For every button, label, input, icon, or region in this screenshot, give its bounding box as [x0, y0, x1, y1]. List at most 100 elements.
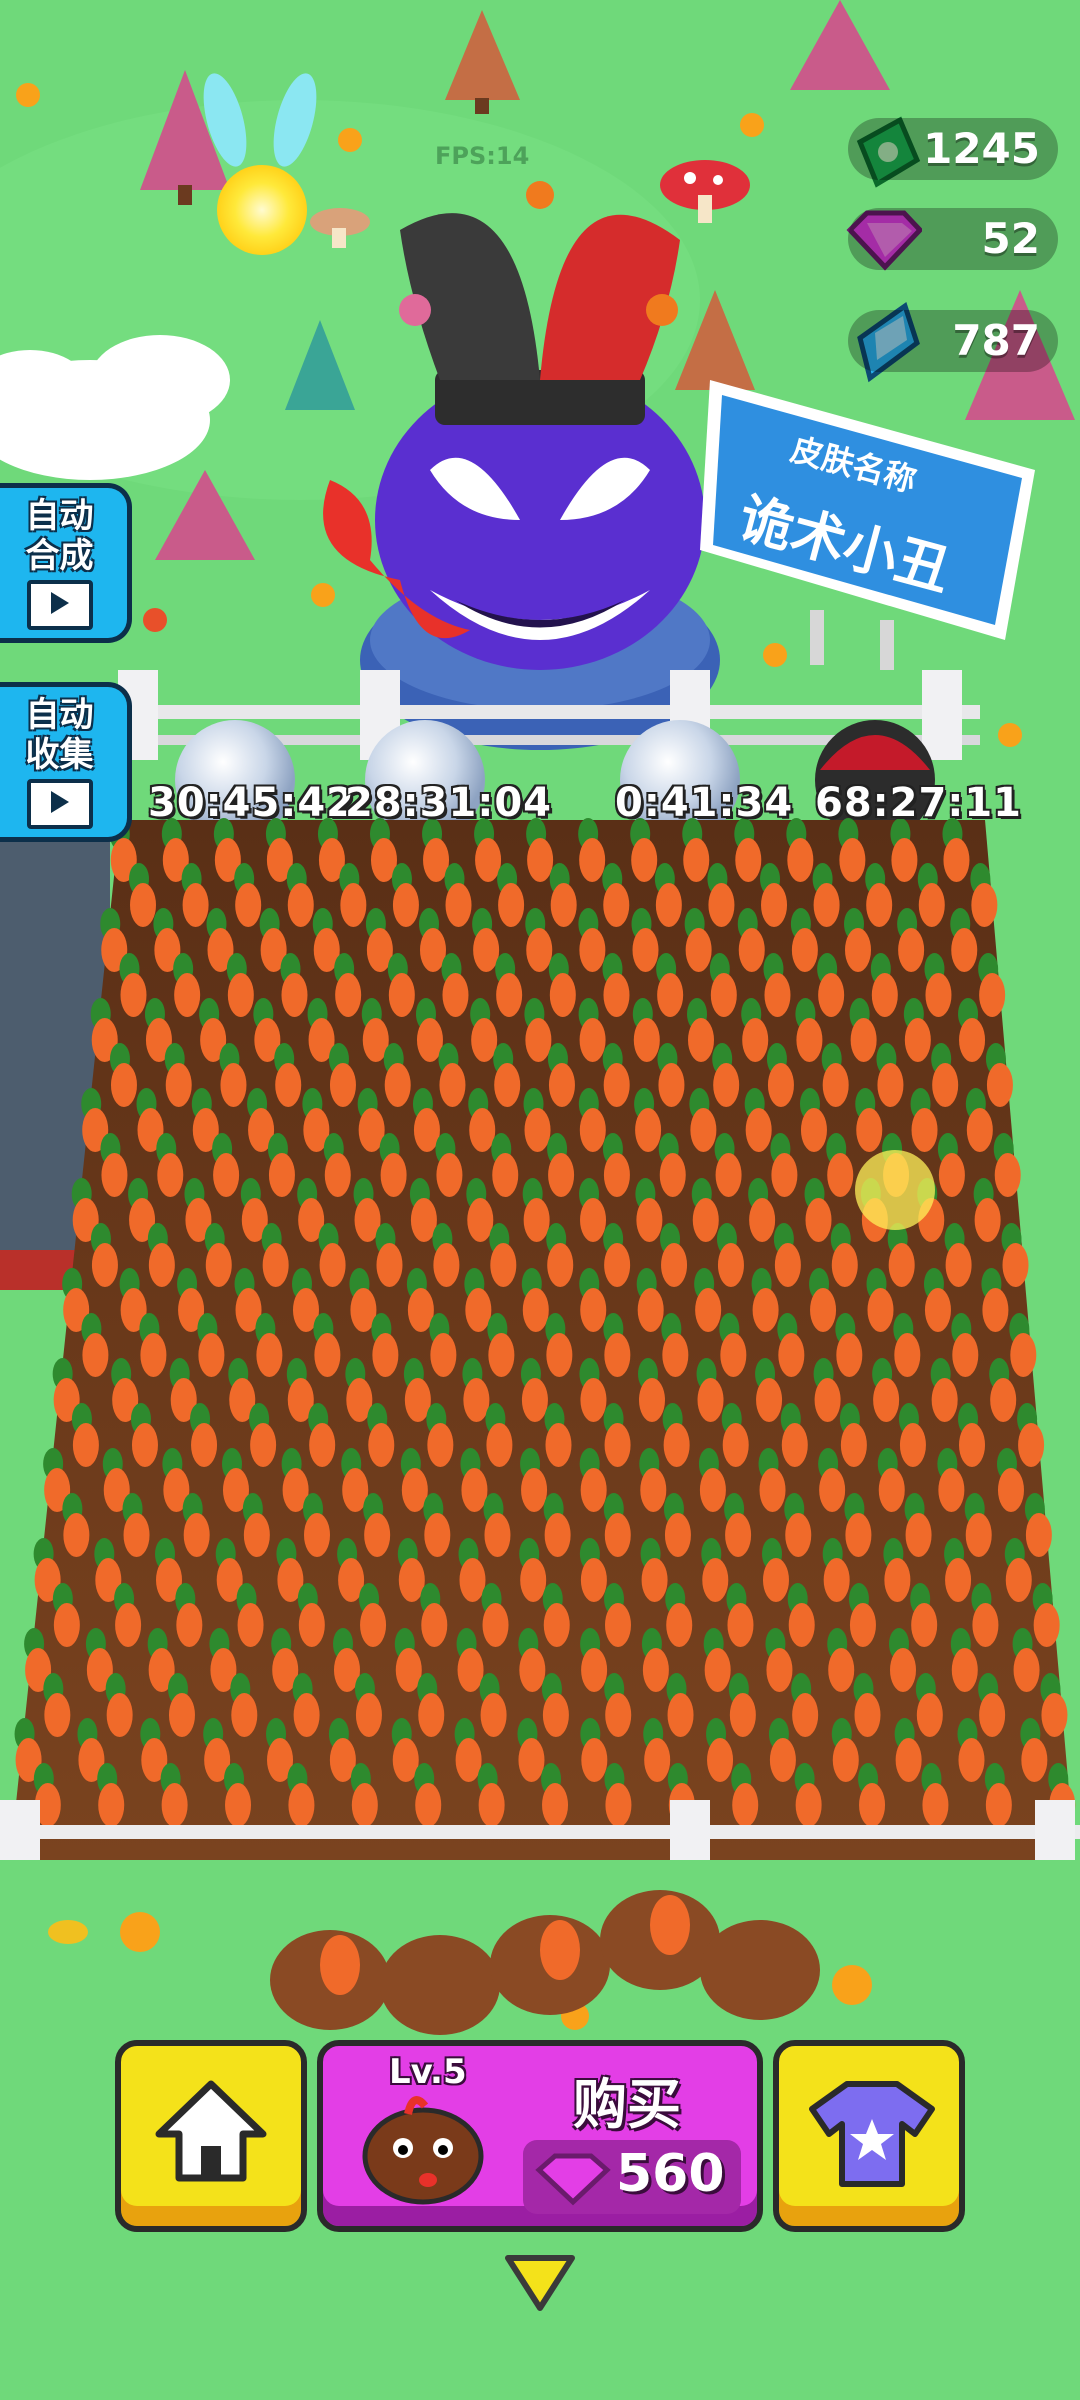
carrot[interactable]	[890, 1648, 916, 1692]
carrot[interactable]	[785, 1513, 812, 1557]
carrot[interactable]	[888, 1243, 915, 1287]
carrot[interactable]	[463, 1378, 490, 1422]
carrot[interactable]	[372, 1333, 399, 1377]
carrot[interactable]	[655, 883, 682, 927]
carrot[interactable]	[355, 1693, 382, 1737]
carrot[interactable]	[392, 883, 419, 927]
carrot[interactable]	[931, 1378, 958, 1422]
carrot[interactable]	[774, 1243, 801, 1287]
carrot[interactable]	[604, 1243, 631, 1287]
carrot[interactable]	[727, 1603, 754, 1647]
carrot[interactable]	[707, 1738, 734, 1782]
carrot[interactable]	[580, 1378, 607, 1422]
carrot[interactable]	[710, 973, 737, 1017]
carrot[interactable]	[213, 1153, 240, 1197]
carrot[interactable]	[467, 1198, 494, 1242]
carrot[interactable]	[580, 1198, 607, 1242]
carrot[interactable]	[106, 1693, 133, 1737]
carrot[interactable]	[849, 1603, 876, 1647]
carrot[interactable]	[795, 1783, 822, 1827]
carrot[interactable]	[725, 1513, 752, 1557]
carrot[interactable]	[1021, 1738, 1048, 1782]
carrot[interactable]	[433, 1243, 460, 1287]
carrot[interactable]	[683, 838, 710, 882]
carrot[interactable]	[165, 1063, 192, 1107]
carrot[interactable]	[720, 1333, 747, 1377]
carrot[interactable]	[769, 1738, 796, 1782]
carrot[interactable]	[324, 1153, 351, 1197]
carrot[interactable]	[471, 1018, 498, 1062]
game-scene[interactable]: FPS:14 1245 52 787 自动合成 自动收集 皮肤名称 诡术小丑 3…	[0, 0, 1080, 2400]
carrot[interactable]	[183, 1513, 210, 1557]
carrot[interactable]	[657, 973, 684, 1017]
buy-button[interactable]: Lv.5 购买 560	[317, 2040, 763, 2232]
carrot[interactable]	[604, 1603, 631, 1647]
carrot[interactable]	[459, 1558, 486, 1602]
carrot[interactable]	[123, 1513, 150, 1557]
carrot[interactable]	[667, 1693, 694, 1737]
carrot[interactable]	[550, 883, 577, 927]
carrot[interactable]	[368, 1423, 395, 1467]
carrot[interactable]	[845, 1513, 872, 1557]
carrot[interactable]	[788, 1603, 815, 1647]
carrot[interactable]	[979, 1693, 1006, 1737]
carrot[interactable]	[873, 1378, 900, 1422]
carrot[interactable]	[796, 1018, 823, 1062]
carrot[interactable]	[579, 928, 606, 972]
carrot[interactable]	[496, 973, 523, 1017]
carrot[interactable]	[131, 1423, 158, 1467]
carrot[interactable]	[580, 1288, 607, 1332]
carrot[interactable]	[965, 1513, 992, 1557]
carrot[interactable]	[519, 1648, 546, 1692]
carrot[interactable]	[938, 1468, 965, 1512]
carrot[interactable]	[486, 1423, 513, 1467]
carrot[interactable]	[884, 1558, 911, 1602]
carrot[interactable]	[427, 1423, 454, 1467]
carrot[interactable]	[1018, 1423, 1045, 1467]
carrot[interactable]	[473, 928, 500, 972]
carrot[interactable]	[581, 1648, 608, 1692]
carrot[interactable]	[380, 1153, 407, 1197]
carrot[interactable]	[304, 1513, 330, 1557]
carrot[interactable]	[839, 838, 866, 882]
carrot[interactable]	[174, 973, 201, 1017]
carrot[interactable]	[475, 838, 502, 882]
carrot[interactable]	[958, 1738, 985, 1782]
carrot[interactable]	[220, 1063, 247, 1107]
carrot[interactable]	[319, 1243, 346, 1287]
carrot[interactable]	[713, 1063, 740, 1107]
carrot[interactable]	[490, 1243, 517, 1287]
carrot[interactable]	[979, 973, 1006, 1017]
carrot[interactable]	[644, 1738, 671, 1782]
carrot[interactable]	[704, 1648, 731, 1692]
carrot[interactable]	[465, 1288, 492, 1332]
carrot[interactable]	[520, 1558, 547, 1602]
carrot[interactable]	[298, 1603, 325, 1647]
carrot[interactable]	[376, 1243, 403, 1287]
carrot[interactable]	[522, 1288, 549, 1332]
carrot[interactable]	[579, 1108, 606, 1152]
carrot[interactable]	[828, 1648, 855, 1692]
carrot[interactable]	[225, 1783, 252, 1827]
carrot[interactable]	[235, 883, 262, 927]
carrot[interactable]	[364, 1513, 391, 1557]
carrot[interactable]	[329, 1063, 356, 1107]
carrot[interactable]	[640, 1468, 667, 1512]
carrot[interactable]	[527, 838, 554, 882]
carrot[interactable]	[580, 1558, 607, 1602]
carrot[interactable]	[792, 1693, 819, 1737]
carrot[interactable]	[637, 1288, 664, 1332]
carrot[interactable]	[850, 1018, 877, 1062]
carrot[interactable]	[1013, 1648, 1040, 1692]
carrot[interactable]	[1041, 1693, 1068, 1737]
carrot[interactable]	[1002, 1243, 1029, 1287]
carrot[interactable]	[605, 1693, 632, 1737]
carrot[interactable]	[293, 1693, 320, 1737]
carrot[interactable]	[314, 1333, 341, 1377]
carrot[interactable]	[424, 1513, 451, 1557]
carrot[interactable]	[688, 1018, 715, 1062]
carrot[interactable]	[666, 1603, 693, 1647]
carrot[interactable]	[579, 1018, 606, 1062]
carrot[interactable]	[745, 1108, 772, 1152]
carrot[interactable]	[685, 928, 712, 972]
